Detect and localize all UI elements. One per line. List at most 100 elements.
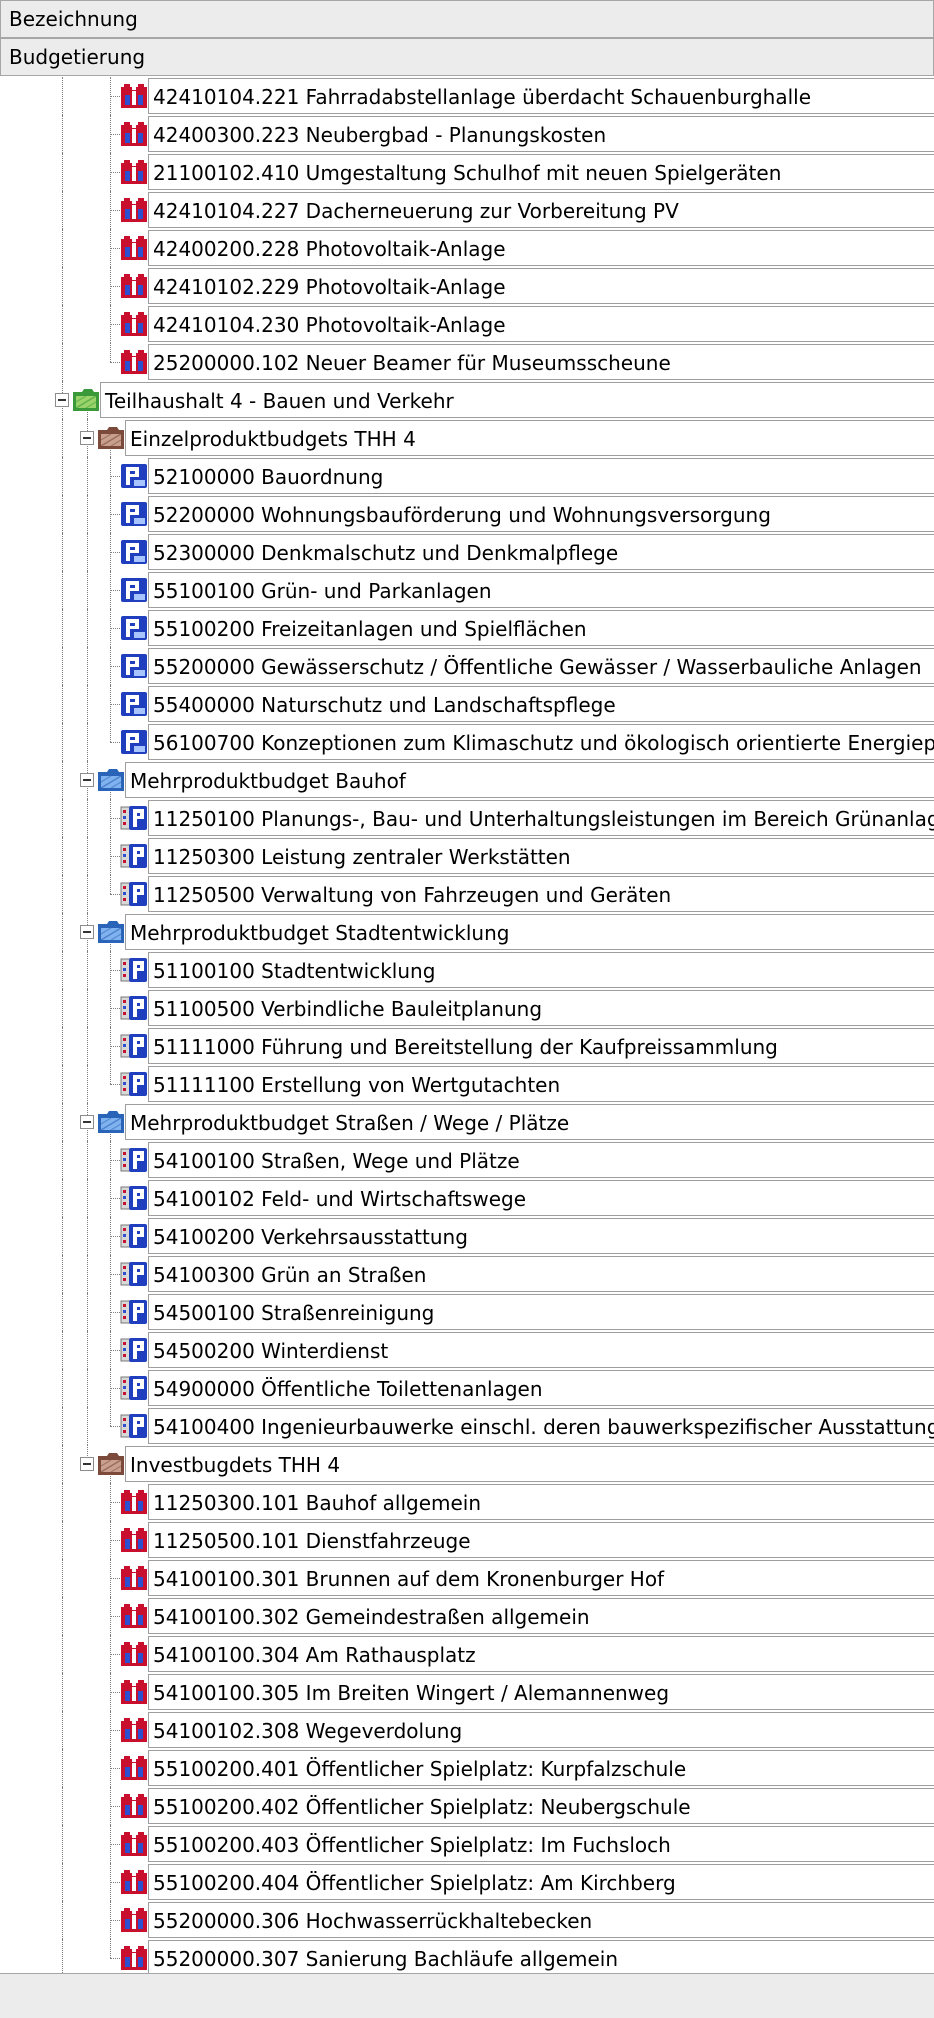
product-icon (120, 501, 148, 527)
status-area (0, 1973, 934, 2018)
tree-node-label: 52200000 Wohnungsbauförderung und Wohnun… (148, 496, 934, 532)
tree-connector-line (110, 1502, 120, 1503)
tree-node[interactable]: 25200000.102 Neuer Beamer für Museumssch… (0, 343, 934, 381)
tree-node[interactable]: 54100400 Ingenieurbauwerke einschl. dere… (0, 1407, 934, 1445)
tree-connector-line (62, 1635, 63, 1673)
tree-node[interactable]: 54100100.305 Im Breiten Wingert / Aleman… (0, 1673, 934, 1711)
tree-node[interactable]: 51111000 Führung und Bereitstellung der … (0, 1027, 934, 1065)
tree-node-label: 54100102 Feld- und Wirtschaftswege (148, 1180, 934, 1216)
tree-node-label: 11250300 Leistung zentraler Werkstätten (148, 838, 934, 874)
tree-node[interactable]: 54100100.302 Gemeindestraßen allgemein (0, 1597, 934, 1635)
tree-node[interactable]: 54100102 Feld- und Wirtschaftswege (0, 1179, 934, 1217)
tree-node[interactable]: 42410102.229 Photovoltaik-Anlage (0, 267, 934, 305)
tree-node-label: 54100200 Verkehrsausstattung (148, 1218, 934, 1254)
tree-node[interactable]: 11250100 Planungs-, Bau- und Unterhaltun… (0, 799, 934, 837)
tree-connector-line (62, 1521, 63, 1559)
tree-group-node[interactable]: Einzelproduktbudgets THH 4 (0, 419, 934, 457)
tree-node[interactable]: 54900000 Öffentliche Toilettenanlagen (0, 1369, 934, 1407)
tree-group-node[interactable]: Mehrproduktbudget Bauhof (0, 761, 934, 799)
tree-connector-line (62, 1103, 63, 1141)
tree-connector-line (110, 1920, 120, 1921)
collapse-toggle[interactable] (80, 431, 94, 445)
tree-node[interactable]: 54500200 Winterdienst (0, 1331, 934, 1369)
tree-node-label: Einzelproduktbudgets THH 4 (125, 420, 934, 456)
tree-node[interactable]: 55100200.403 Öffentlicher Spielplatz: Im… (0, 1825, 934, 1863)
tree-connector-line (110, 1692, 120, 1693)
tree-node[interactable]: 55100200 Freizeitanlagen und Spielfläche… (0, 609, 934, 647)
tree-node[interactable]: 54100100.304 Am Rathausplatz (0, 1635, 934, 1673)
tree-connector-line (87, 799, 88, 837)
collapse-toggle[interactable] (80, 1457, 94, 1471)
tree-node[interactable]: 51100100 Stadtentwicklung (0, 951, 934, 989)
tree-node[interactable]: 54100100.301 Brunnen auf dem Kronenburge… (0, 1559, 934, 1597)
tree-node[interactable]: 55200000.307 Sanierung Bachläufe allgeme… (0, 1939, 934, 1973)
tree-group-node[interactable]: Teilhaushalt 4 - Bauen und Verkehr (0, 381, 934, 419)
tree-connector-line (62, 609, 63, 647)
multiproduct-icon (120, 957, 148, 983)
tree-connector-line (110, 970, 120, 971)
tree-node-label: 55100100 Grün- und Parkanlagen (148, 572, 934, 608)
tree-node[interactable]: 54500100 Straßenreinigung (0, 1293, 934, 1331)
tree-node[interactable]: 55400000 Naturschutz und Landschaftspfle… (0, 685, 934, 723)
tree-node[interactable]: 11250500.101 Dienstfahrzeuge (0, 1521, 934, 1559)
tree-connector-line (87, 495, 88, 533)
tree-node-label: 54500100 Straßenreinigung (148, 1294, 934, 1330)
collapse-toggle[interactable] (80, 1115, 94, 1129)
tree-node[interactable]: 42410104.221 Fahrradabstellanlage überda… (0, 77, 934, 115)
tree-group-node[interactable]: Mehrproduktbudget Straßen / Wege / Plätz… (0, 1103, 934, 1141)
tree-node[interactable]: 56100700 Konzeptionen zum Klimaschutz un… (0, 723, 934, 761)
tree-node-label: 55100200 Freizeitanlagen und Spielfläche… (148, 610, 934, 646)
multiproduct-icon (120, 1375, 148, 1401)
tree-node[interactable]: 42410104.227 Dacherneuerung zur Vorberei… (0, 191, 934, 229)
invest-icon (120, 197, 148, 223)
tree-node[interactable]: 21100102.410 Umgestaltung Schulhof mit n… (0, 153, 934, 191)
tree-node[interactable]: 55100200.401 Öffentlicher Spielplatz: Ku… (0, 1749, 934, 1787)
tree-node[interactable]: 11250300.101 Bauhof allgemein (0, 1483, 934, 1521)
tree-group-node[interactable]: Mehrproduktbudget Stadtentwicklung (0, 913, 934, 951)
tree-node[interactable]: 55100200.404 Öffentlicher Spielplatz: Am… (0, 1863, 934, 1901)
group-header-budgetierung[interactable]: Budgetierung (0, 38, 934, 76)
multiproduct-icon (120, 881, 148, 907)
tree-connector-line (110, 1312, 120, 1313)
tree-node[interactable]: 51100500 Verbindliche Bauleitplanung (0, 989, 934, 1027)
tree-node-label: 54100100 Straßen, Wege und Plätze (148, 1142, 934, 1178)
tree-connector-line (62, 1331, 63, 1369)
tree-node[interactable]: 54100300 Grün an Straßen (0, 1255, 934, 1293)
tree-connector-line (62, 1179, 63, 1217)
tree-node-label: 51100500 Verbindliche Bauleitplanung (148, 990, 934, 1026)
tree-connector-line (87, 1027, 88, 1065)
collapse-toggle[interactable] (55, 393, 69, 407)
tree-node[interactable]: 11250500 Verwaltung von Fahrzeugen und G… (0, 875, 934, 913)
tree-node[interactable]: 52300000 Denkmalschutz und Denkmalpflege (0, 533, 934, 571)
tree-connector-line (110, 324, 120, 325)
tree-connector-line (110, 343, 111, 362)
tree-node[interactable]: 11250300 Leistung zentraler Werkstätten (0, 837, 934, 875)
tree-connector-line (87, 571, 88, 609)
tree-connector-line (87, 1217, 88, 1255)
tree-node[interactable]: 54100100 Straßen, Wege und Plätze (0, 1141, 934, 1179)
tree-connector-line (110, 742, 120, 743)
tree-node[interactable]: 52200000 Wohnungsbauförderung und Wohnun… (0, 495, 934, 533)
tree-node-label: 51111000 Führung und Bereitstellung der … (148, 1028, 934, 1064)
tree-node[interactable]: 42400300.223 Neubergbad - Planungskosten (0, 115, 934, 153)
tree-node[interactable]: 52100000 Bauordnung (0, 457, 934, 495)
column-header-bezeichnung[interactable]: Bezeichnung (0, 0, 934, 38)
tree-group-node[interactable]: Investbugdets THH 4 (0, 1445, 934, 1483)
tree-node[interactable]: 55100200.402 Öffentlicher Spielplatz: Ne… (0, 1787, 934, 1825)
tree-connector-line (87, 457, 88, 495)
tree-node[interactable]: 55200000 Gewässerschutz / Öffentliche Ge… (0, 647, 934, 685)
collapse-toggle[interactable] (80, 773, 94, 787)
tree-node[interactable]: 55200000.306 Hochwasserrückhaltebecken (0, 1901, 934, 1939)
tree-connector-line (110, 1768, 120, 1769)
tree-node[interactable]: 51111100 Erstellung von Wertgutachten (0, 1065, 934, 1103)
tree-connector-line (87, 875, 88, 913)
tree-node[interactable]: 54100102.308 Wegeverdolung (0, 1711, 934, 1749)
collapse-toggle[interactable] (80, 925, 94, 939)
tree-node[interactable]: 42410104.230 Photovoltaik-Anlage (0, 305, 934, 343)
column-header-label: Bezeichnung (9, 7, 138, 31)
tree-node[interactable]: 54100200 Verkehrsausstattung (0, 1217, 934, 1255)
budget-tree[interactable]: 42410104.221 Fahrradabstellanlage überda… (0, 77, 934, 1973)
tree-node[interactable]: 42400200.228 Photovoltaik-Anlage (0, 229, 934, 267)
tree-node-label: 25200000.102 Neuer Beamer für Museumssch… (148, 344, 934, 380)
tree-node[interactable]: 55100100 Grün- und Parkanlagen (0, 571, 934, 609)
